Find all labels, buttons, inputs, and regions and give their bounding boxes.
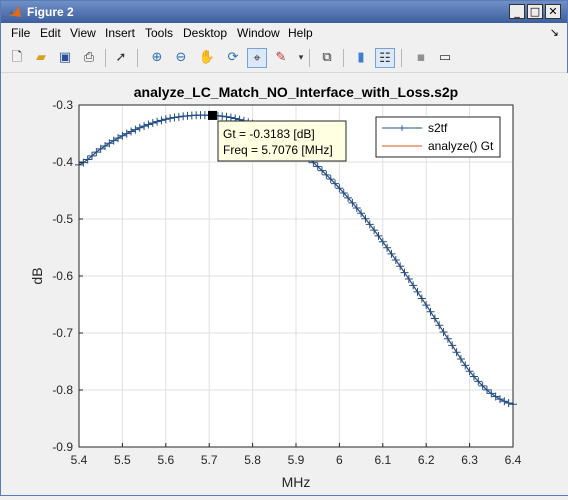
menu-bar: File Edit View Insert Tools Desktop Wind… (1, 23, 567, 43)
x-tick-label: 6.4 (505, 453, 522, 467)
menu-edit[interactable]: Edit (40, 26, 61, 40)
x-tick-label: 6.3 (461, 453, 478, 467)
x-tick-label: 6 (336, 453, 343, 467)
colorbar-icon[interactable]: ▮ (351, 48, 371, 68)
link-plot-icon[interactable]: ⧉ (317, 48, 337, 68)
menu-view[interactable]: View (70, 26, 96, 40)
zoom-out-icon[interactable]: ⊖ (171, 48, 191, 68)
y-tick-label: -0.8 (52, 383, 73, 397)
figure-area: 5.4 5.5 5.6 5.7 5.8 5.9 6 6.1 6.2 6.3 6.4 -0.3 -0.4 -… (2, 73, 568, 495)
show-plot-tools-icon[interactable]: ▭ (435, 48, 455, 68)
hide-plot-tools-icon[interactable]: ▪ (411, 48, 431, 68)
menu-help[interactable]: Help (288, 26, 313, 40)
y-tick-label: -0.4 (52, 155, 73, 169)
figure-window: Figure 2 _ □ ✕ File Edit View Insert Too… (0, 0, 568, 496)
y-tick-label: -0.7 (52, 326, 73, 340)
window-title: Figure 2 (27, 5, 74, 19)
y-tick-label: -0.5 (52, 212, 73, 226)
menu-window[interactable]: Window (237, 26, 280, 40)
y-tick-label: -0.9 (52, 440, 73, 454)
brush-dropdown-icon[interactable]: ▾ (291, 48, 311, 68)
open-icon[interactable]: ▰ (31, 48, 51, 68)
y-tick-label: -0.6 (52, 269, 73, 283)
data-tip-gt: Gt = -0.3183 [dB] (223, 127, 315, 141)
menu-insert[interactable]: Insert (105, 26, 135, 40)
data-tip-marker[interactable] (207, 110, 217, 120)
chart[interactable]: 5.4 5.5 5.6 5.7 5.8 5.9 6 6.1 6.2 6.3 6.4 -0.3 -0.4 -… (2, 73, 568, 495)
legend-label-s2tf: s2tf (428, 121, 448, 135)
x-tick-label: 6.1 (374, 453, 391, 467)
legend-marker-s2tf: + (398, 121, 405, 135)
x-tick-label: 5.5 (114, 453, 131, 467)
pan-icon[interactable]: ✋ (197, 48, 217, 68)
data-cursor-icon[interactable]: ⌖ (247, 48, 267, 68)
zoom-in-icon[interactable]: ⊕ (147, 48, 167, 68)
pointer-icon[interactable]: ➚ (111, 48, 131, 68)
x-tick-label: 5.9 (288, 453, 305, 467)
x-tick-label: 5.8 (244, 453, 261, 467)
print-icon[interactable]: ⎙ (79, 48, 99, 68)
chart-title: analyze_LC_Match_NO_Interface_with_Loss.… (134, 84, 458, 100)
dock-arrow-icon[interactable]: ↘ (550, 26, 559, 39)
legend-icon[interactable]: ☷ (375, 48, 395, 68)
new-figure-icon[interactable]: 🗋 (7, 48, 27, 68)
x-tick-label: 5.7 (201, 453, 218, 467)
menu-file[interactable]: File (11, 26, 30, 40)
rotate-icon[interactable]: ⟳ (223, 48, 243, 68)
y-axis-label: dB (29, 267, 45, 284)
menu-tools[interactable]: Tools (145, 26, 173, 40)
save-icon[interactable]: ▣ (55, 48, 75, 68)
figure-toolbar: 🗋 ▰ ▣ ⎙ ➚ ⊕ ⊖ ✋ ⟳ ⌖ ✎ ▾ ⧉ ▮ ☷ ▪ ▭ (1, 44, 567, 73)
legend-label-analyze-gt: analyze() Gt (428, 139, 494, 153)
matlab-icon (7, 6, 21, 17)
y-tick-label: -0.3 (52, 98, 73, 112)
x-tick-label: 5.4 (71, 453, 88, 467)
minimize-button[interactable]: _ (509, 4, 525, 19)
x-tick-label: 6.2 (418, 453, 435, 467)
data-tip-freq: Freq = 5.7076 [MHz] (223, 143, 333, 157)
menu-desktop[interactable]: Desktop (183, 26, 227, 40)
close-button[interactable]: ✕ (545, 4, 561, 19)
x-axis-label: MHz (282, 474, 311, 490)
maximize-button[interactable]: □ (527, 4, 543, 19)
x-tick-label: 5.6 (157, 453, 174, 467)
legend[interactable]: + s2tf analyze() Gt (375, 116, 501, 158)
title-bar[interactable]: Figure 2 _ □ ✕ (1, 1, 567, 23)
brush-icon[interactable]: ✎ (271, 48, 291, 68)
